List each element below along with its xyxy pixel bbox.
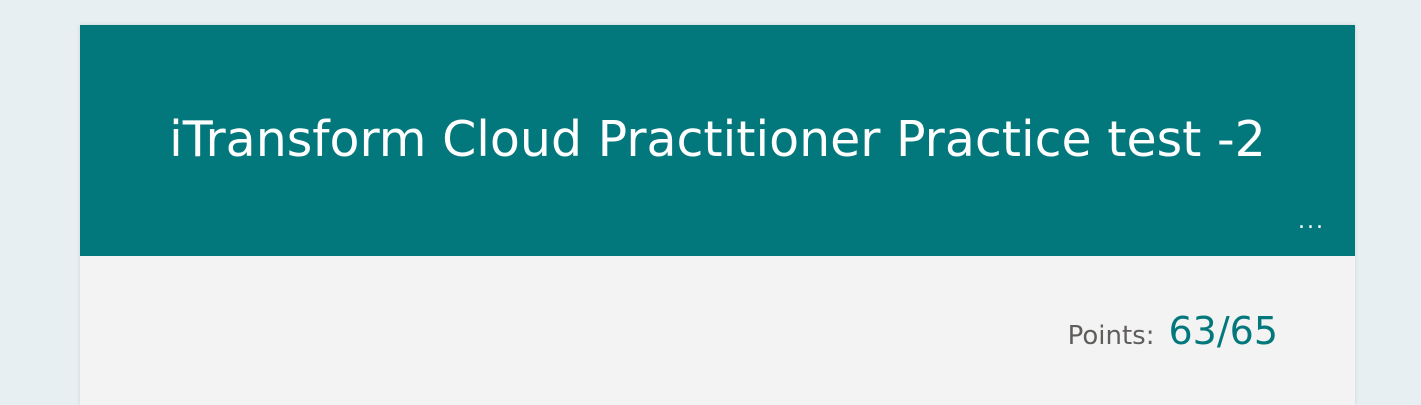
form-header-banner: iTransform Cloud Practitioner Practice t… — [80, 25, 1355, 256]
points-label: Points: — [1067, 321, 1155, 351]
points-value: 63/65 — [1168, 309, 1278, 353]
form-card: iTransform Cloud Practitioner Practice t… — [80, 25, 1355, 405]
points-summary: Points: 63/65 — [1068, 309, 1278, 353]
form-title: iTransform Cloud Practitioner Practice t… — [169, 111, 1266, 168]
more-options-icon[interactable]: ... — [1298, 211, 1325, 233]
